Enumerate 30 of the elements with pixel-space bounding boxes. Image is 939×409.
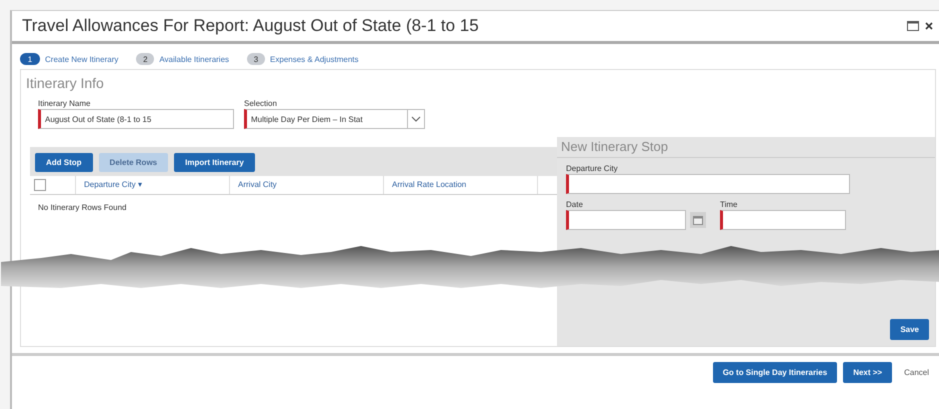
column-header[interactable]: Departure City ▾ bbox=[76, 176, 230, 194]
field-label: Itinerary Name bbox=[38, 99, 92, 108]
text-field[interactable] bbox=[720, 210, 846, 230]
footer-button[interactable]: Go to Single Day Itineraries bbox=[712, 362, 838, 383]
cancel-link[interactable]: Cancel bbox=[898, 368, 935, 377]
calendar-icon[interactable] bbox=[690, 212, 706, 228]
maximize-icon[interactable] bbox=[907, 21, 919, 31]
wizard-step[interactable]: 3 Expenses & Adjustments bbox=[247, 53, 359, 65]
footer-button[interactable]: Next >> bbox=[843, 362, 892, 383]
itinerary-name-field[interactable]: August Out of State (8-1 to 15 bbox=[38, 109, 234, 129]
field-label: Selection bbox=[244, 99, 278, 108]
wizard-step[interactable]: 2 Available Itineraries bbox=[136, 53, 230, 65]
column-header[interactable]: Arrival City bbox=[230, 176, 384, 194]
section-title: New Itinerary Stop bbox=[557, 137, 935, 158]
empty-message: No Itinerary Rows Found bbox=[37, 202, 128, 212]
wizard-step[interactable]: 1 Create New Itinerary bbox=[20, 53, 118, 65]
close-icon[interactable] bbox=[925, 22, 933, 30]
toolbar-button[interactable]: Import Itinerary bbox=[174, 153, 255, 172]
date-field[interactable] bbox=[566, 210, 686, 230]
column-header[interactable]: Arrival Rate Location bbox=[384, 176, 538, 194]
checkbox[interactable] bbox=[34, 179, 46, 191]
text-field[interactable] bbox=[566, 174, 850, 194]
toolbar-button[interactable]: Add Stop bbox=[35, 153, 93, 172]
field-label: Time bbox=[720, 200, 738, 209]
field-label: Date bbox=[566, 200, 584, 209]
window-title: Travel Allowances For Report: August Out of State (8-1 to 15 bbox=[22, 16, 480, 36]
section-title: Itinerary Info bbox=[25, 74, 105, 91]
save-button[interactable]: Save bbox=[890, 319, 929, 340]
field-label: Departure City bbox=[566, 164, 619, 173]
selection-dropdown[interactable]: Multiple Day Per Diem – In Stat bbox=[244, 109, 425, 129]
